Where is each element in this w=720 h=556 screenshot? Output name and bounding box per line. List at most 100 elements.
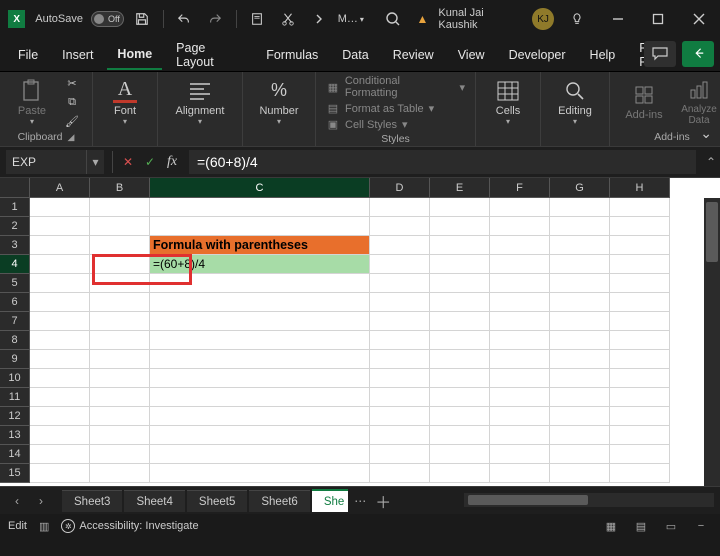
cell[interactable] [550, 331, 610, 350]
chevron-right-icon[interactable] [307, 6, 332, 32]
cell[interactable] [550, 198, 610, 217]
cell[interactable] [550, 369, 610, 388]
tab-review[interactable]: Review [383, 41, 444, 69]
row-header[interactable]: 15 [0, 464, 30, 483]
sheet-overflow-icon[interactable]: ⋯ [350, 494, 370, 508]
cell[interactable] [370, 255, 430, 274]
cell[interactable] [610, 426, 670, 445]
cell[interactable] [370, 407, 430, 426]
comments-button[interactable] [644, 41, 676, 67]
name-box-dropdown[interactable]: ▾ [86, 150, 104, 174]
sheet-tab[interactable]: Sheet6 [249, 490, 309, 512]
editing-cell[interactable]: =(60+8)/4 [150, 255, 370, 274]
cell[interactable] [490, 217, 550, 236]
share-button[interactable] [682, 41, 714, 67]
cell[interactable] [490, 464, 550, 483]
page-layout-view-icon[interactable]: ▤ [630, 517, 652, 535]
number-button[interactable]: % Number ▾ [253, 79, 305, 126]
accessibility-status[interactable]: ✲ Accessibility: Investigate [61, 519, 198, 533]
cell[interactable] [610, 407, 670, 426]
cell[interactable] [490, 312, 550, 331]
cell[interactable] [30, 426, 90, 445]
tab-developer[interactable]: Developer [499, 41, 576, 69]
cell[interactable] [490, 255, 550, 274]
cell[interactable] [30, 388, 90, 407]
formula-expand-icon[interactable]: ⌃ [702, 155, 720, 169]
autosave-toggle[interactable]: Off [91, 11, 124, 27]
cell[interactable] [90, 255, 150, 274]
cell[interactable] [30, 331, 90, 350]
cell[interactable] [90, 217, 150, 236]
undo-icon[interactable] [172, 6, 197, 32]
column-header[interactable]: C [150, 178, 370, 198]
sheet-nav-prev-icon[interactable]: ‹ [6, 490, 28, 512]
cell[interactable] [610, 274, 670, 293]
column-header[interactable]: H [610, 178, 670, 198]
cells-area[interactable]: Formula with parentheses=(60+8)/4 [30, 198, 690, 486]
cell[interactable] [550, 464, 610, 483]
column-header[interactable]: F [490, 178, 550, 198]
cell[interactable] [610, 293, 670, 312]
cell[interactable] [30, 407, 90, 426]
cell[interactable] [90, 350, 150, 369]
cell[interactable] [30, 217, 90, 236]
tab-file[interactable]: File [8, 41, 48, 69]
user-avatar[interactable]: KJ [532, 8, 553, 30]
cell[interactable] [550, 293, 610, 312]
header-cell[interactable]: Formula with parentheses [150, 236, 370, 255]
insert-function-icon[interactable]: fx [161, 151, 183, 173]
cell[interactable] [30, 198, 90, 217]
cell[interactable] [610, 236, 670, 255]
page-break-view-icon[interactable]: ▭ [660, 517, 682, 535]
column-header[interactable]: A [30, 178, 90, 198]
analyze-data-button[interactable]: Analyze Data [674, 78, 720, 126]
dialog-launcher-icon[interactable]: ◢ [68, 132, 75, 143]
cell[interactable] [610, 464, 670, 483]
cell[interactable] [490, 274, 550, 293]
cell[interactable] [430, 293, 490, 312]
cell[interactable] [490, 445, 550, 464]
row-header[interactable]: 12 [0, 407, 30, 426]
cell[interactable] [430, 407, 490, 426]
cell[interactable] [490, 198, 550, 217]
close-button[interactable] [681, 0, 716, 38]
tab-data[interactable]: Data [332, 41, 378, 69]
cell[interactable] [370, 293, 430, 312]
vertical-scrollbar[interactable] [704, 198, 720, 486]
row-header[interactable]: 8 [0, 331, 30, 350]
cell[interactable] [430, 331, 490, 350]
cell[interactable] [90, 198, 150, 217]
cell[interactable] [150, 274, 370, 293]
cell[interactable] [370, 388, 430, 407]
cell[interactable] [150, 369, 370, 388]
cell[interactable] [150, 407, 370, 426]
cell[interactable] [430, 198, 490, 217]
sheet-tab[interactable]: Sheet3 [62, 490, 122, 512]
cell[interactable] [430, 350, 490, 369]
cell[interactable] [90, 388, 150, 407]
column-header[interactable]: G [550, 178, 610, 198]
row-header[interactable]: 7 [0, 312, 30, 331]
cell[interactable] [430, 255, 490, 274]
row-header[interactable]: 2 [0, 217, 30, 236]
cell[interactable] [150, 350, 370, 369]
normal-view-icon[interactable]: ▦ [600, 517, 622, 535]
filename-truncated[interactable]: M…▾ [338, 13, 364, 25]
cell[interactable] [610, 198, 670, 217]
cell[interactable] [490, 426, 550, 445]
column-header[interactable]: B [90, 178, 150, 198]
cell[interactable] [150, 331, 370, 350]
cell[interactable] [550, 388, 610, 407]
minimize-button[interactable] [600, 0, 635, 38]
lightbulb-icon[interactable] [560, 0, 595, 38]
formula-cancel-icon[interactable]: ✕ [117, 151, 139, 173]
cell[interactable] [30, 236, 90, 255]
paste-button[interactable]: Paste ▾ [10, 79, 54, 126]
cell[interactable] [30, 255, 90, 274]
formula-enter-icon[interactable]: ✓ [139, 151, 161, 173]
cell[interactable] [430, 369, 490, 388]
cell[interactable] [610, 312, 670, 331]
scrollbar-thumb[interactable] [706, 202, 718, 262]
cell[interactable] [550, 350, 610, 369]
cell[interactable] [490, 407, 550, 426]
